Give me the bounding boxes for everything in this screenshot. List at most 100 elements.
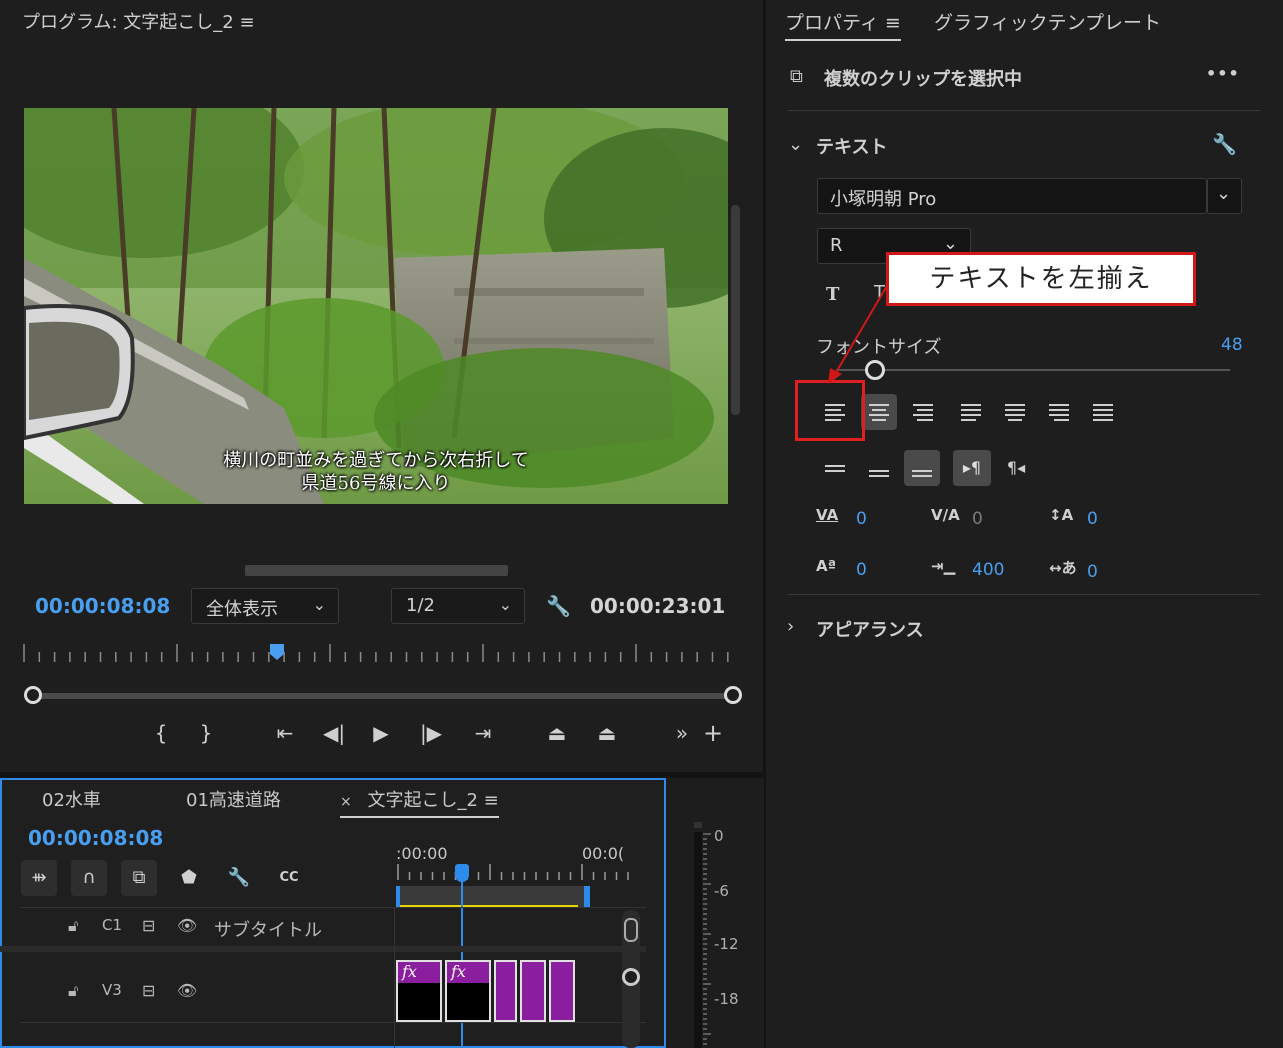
linked-selection-icon[interactable]: ⧉	[121, 860, 157, 896]
baseline-shift-value[interactable]: 0	[856, 560, 867, 580]
clip-5[interactable]	[549, 960, 575, 1022]
zoom-dropdown[interactable]: 全体表示 ⌄	[191, 588, 339, 624]
lift-icon[interactable]: ⏏	[542, 721, 572, 745]
more-options-icon[interactable]: •••	[1206, 64, 1240, 83]
chevron-down-icon[interactable]: ⌄	[788, 134, 803, 155]
db-label: 0	[714, 827, 724, 845]
eye-icon[interactable]: 👁︎	[177, 916, 197, 935]
go-to-out-icon[interactable]: ⇥	[468, 721, 498, 745]
step-forward-icon[interactable]: |▶	[416, 721, 446, 745]
tab-width-value[interactable]: 400	[972, 560, 1004, 580]
ruler-end-label: 00:0(	[582, 844, 625, 863]
tsume-value[interactable]: 0	[1087, 562, 1098, 582]
justify-right-button[interactable]	[1041, 394, 1077, 430]
wrench-icon[interactable]: 🔧	[1212, 132, 1237, 156]
zoom-scroll-bar[interactable]	[30, 693, 734, 699]
appearance-section-label[interactable]: アピアランス	[816, 616, 924, 642]
track-group-divider[interactable]	[0, 946, 646, 952]
db-label: -12	[714, 935, 739, 953]
chevron-down-icon[interactable]: ⌄	[1207, 178, 1242, 214]
tracking-value[interactable]: 0	[972, 509, 983, 529]
db-label: -6	[714, 882, 729, 900]
leading-icon: ↕A	[1049, 506, 1074, 524]
align-middle-button[interactable]	[861, 452, 897, 488]
wrench-icon[interactable]: 🔧	[546, 594, 571, 618]
mark-in-icon[interactable]: {	[146, 721, 176, 745]
leading-value[interactable]: 0	[1087, 509, 1098, 529]
vertical-scrollbar[interactable]	[731, 205, 740, 415]
lock-icon[interactable]: 🔓︎	[68, 981, 78, 1001]
tab-mojiokoshi[interactable]: × 文字起こし_2 ≡	[340, 786, 499, 818]
horizontal-scrollbar[interactable]	[245, 565, 508, 576]
tab-properties[interactable]: プロパティ ≡	[785, 8, 901, 41]
timeline-wrench-icon[interactable]: 🔧	[224, 863, 254, 893]
captions-icon[interactable]: CC	[274, 863, 304, 893]
sync-lock-icon[interactable]: ⊟	[142, 981, 155, 1000]
tab-02-suisha[interactable]: 02水車	[42, 786, 101, 812]
eye-icon[interactable]: 👁︎	[177, 981, 197, 1000]
chevron-right-icon[interactable]: ›	[787, 616, 794, 637]
close-tab-icon[interactable]: ×	[340, 794, 352, 810]
meter-peak	[694, 822, 702, 828]
sync-lock-icon[interactable]: ⊟	[142, 916, 155, 935]
resolution-dropdown[interactable]: 1/2 ⌄	[391, 588, 525, 624]
section-divider	[788, 110, 1260, 111]
timeline-timecode[interactable]: 00:00:08:08	[28, 826, 163, 850]
zoom-value: 全体表示	[206, 599, 278, 620]
tab-menu-icon[interactable]: ≡	[885, 12, 901, 34]
track-id: C1	[102, 916, 123, 934]
clip-1[interactable]: fx	[396, 960, 442, 1022]
video-preview[interactable]: 横川の町並みを過ぎてから次右折して 県道56号線に入り	[24, 108, 728, 504]
program-panel-title[interactable]: プログラム: 文字起こし_2 ≡	[22, 8, 255, 34]
step-back-icon[interactable]: ◀|	[319, 721, 349, 745]
track-divider	[20, 1022, 646, 1023]
align-top-button[interactable]	[817, 450, 853, 486]
justify-all-button[interactable]	[1085, 394, 1121, 430]
current-timecode[interactable]: 00:00:08:08	[35, 594, 170, 618]
font-size-value[interactable]: 48	[1221, 335, 1243, 355]
time-ruler[interactable]	[22, 640, 734, 666]
tab-label: プロパティ	[785, 12, 879, 34]
play-icon[interactable]: ▶	[366, 721, 396, 745]
playhead-marker[interactable]	[270, 644, 284, 660]
chevron-down-icon: ⌄	[942, 233, 958, 254]
snap-icon[interactable]: ∩	[71, 860, 107, 896]
track-name: サブタイトル	[214, 920, 322, 941]
program-title: プログラム: 文字起こし_2	[22, 12, 234, 33]
lock-icon[interactable]: 🔓︎	[68, 916, 78, 936]
extract-icon[interactable]: ⏏	[592, 721, 622, 745]
scroll-handle[interactable]	[624, 918, 638, 942]
program-monitor-panel: プログラム: 文字起こし_2 ≡ 横川の町並みを過ぎてから次右折して 県道56号…	[0, 0, 763, 775]
zoom-handle-left[interactable]	[24, 686, 42, 704]
align-center-button[interactable]	[861, 394, 897, 430]
align-bottom-button[interactable]	[904, 450, 940, 486]
align-right-button[interactable]	[905, 394, 941, 430]
clip-3[interactable]	[494, 960, 517, 1022]
text-section-label[interactable]: テキスト	[816, 133, 887, 159]
go-to-in-icon[interactable]: ⇤	[270, 721, 300, 745]
add-button-icon[interactable]: +	[698, 719, 728, 747]
clip-2[interactable]: fx	[445, 960, 491, 1022]
panel-menu-icon[interactable]: ≡	[239, 12, 254, 33]
ltr-direction-icon[interactable]: ▸¶	[953, 450, 991, 486]
scroll-handle-round[interactable]	[622, 968, 640, 986]
font-style-value: R	[830, 235, 843, 256]
tab-01-kousoku[interactable]: 01高速道路	[186, 786, 281, 812]
clip-4[interactable]	[520, 960, 546, 1022]
insert-sequence-icon[interactable]: ⇻	[21, 860, 57, 896]
annotation-callout: テキストを左揃え	[886, 252, 1196, 306]
tab-menu-icon[interactable]: ≡	[484, 790, 499, 811]
tracking-icon: V/A	[931, 506, 960, 524]
font-family-select[interactable]: 小塚明朝 Pro	[817, 178, 1207, 214]
justify-center-button[interactable]	[997, 394, 1033, 430]
tab-graphic-templates[interactable]: グラフィックテンプレート	[934, 8, 1161, 35]
add-marker-icon[interactable]: ⬟	[174, 863, 204, 893]
mark-out-icon[interactable]: }	[191, 721, 221, 745]
justify-left-button[interactable]	[953, 394, 989, 430]
rtl-direction-icon[interactable]: ¶◂	[998, 450, 1034, 486]
zoom-handle-right[interactable]	[724, 686, 742, 704]
track-id: V3	[102, 981, 122, 999]
selection-label: 複数のクリップを選択中	[824, 69, 1022, 90]
more-controls-icon[interactable]: »	[667, 721, 697, 745]
kerning-value[interactable]: 0	[856, 509, 867, 529]
